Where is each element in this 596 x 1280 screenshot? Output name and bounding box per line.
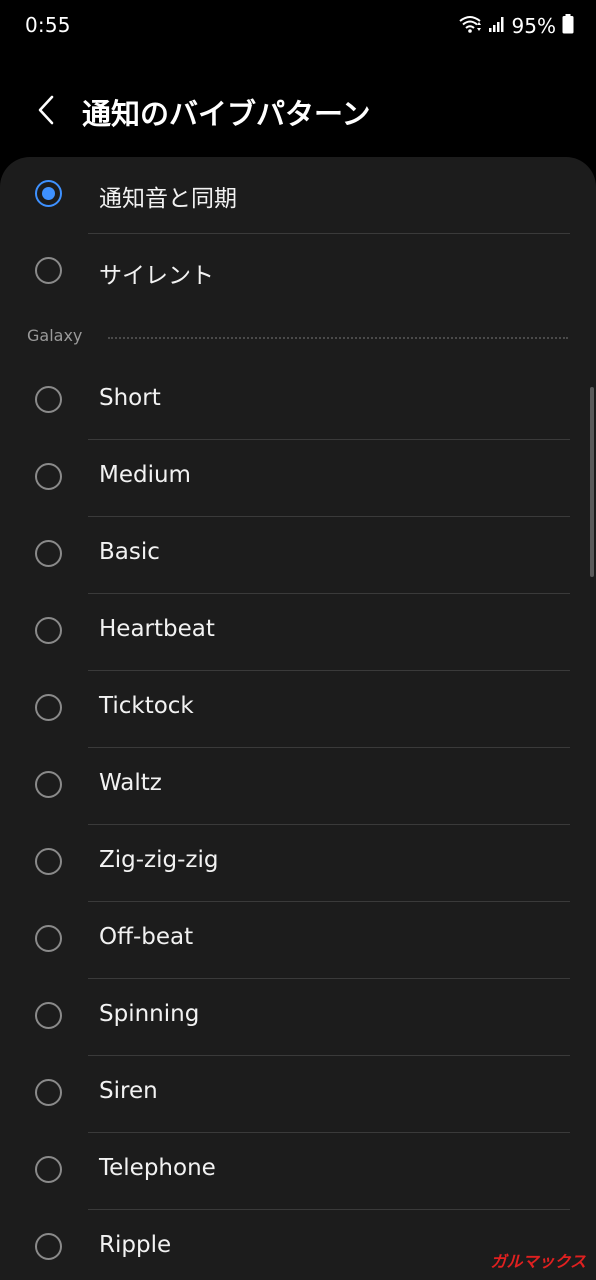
battery-percent: 95%: [511, 14, 556, 38]
option-label: 通知音と同期: [99, 186, 237, 212]
option-row[interactable]: Ticktock: [0, 671, 596, 748]
status-icons: 95%: [458, 12, 574, 40]
radio-button[interactable]: [35, 257, 62, 284]
option-row[interactable]: Short: [0, 363, 596, 440]
radio-button[interactable]: [35, 540, 62, 567]
radio-button[interactable]: [35, 771, 62, 798]
back-button[interactable]: [28, 92, 64, 128]
option-label: Ticktock: [99, 693, 194, 719]
radio-button[interactable]: [35, 848, 62, 875]
section-header-galaxy: Galaxy: [0, 311, 596, 363]
options-card: 通知音と同期 サイレント Galaxy Short Medium Basic Heart…: [0, 157, 596, 1280]
radio-button[interactable]: [35, 1233, 62, 1260]
radio-button[interactable]: [35, 1156, 62, 1183]
radio-button[interactable]: [35, 1002, 62, 1029]
option-row[interactable]: Off-beat: [0, 902, 596, 979]
option-row[interactable]: Medium: [0, 440, 596, 517]
status-bar: 0:55 95%: [0, 0, 596, 52]
option-row[interactable]: Siren: [0, 1056, 596, 1133]
radio-dot: [42, 187, 55, 200]
status-time: 0:55: [25, 13, 71, 37]
wifi-icon: [458, 14, 482, 38]
radio-button[interactable]: [35, 1079, 62, 1106]
option-label: Medium: [99, 462, 191, 488]
option-row[interactable]: 通知音と同期: [0, 157, 596, 234]
radio-button[interactable]: [35, 925, 62, 952]
option-label: Siren: [99, 1078, 158, 1104]
top-options-list: 通知音と同期 サイレント: [0, 157, 596, 311]
watermark-logo: ガルマックス: [490, 1252, 586, 1271]
option-row[interactable]: Waltz: [0, 748, 596, 825]
option-label: Telephone: [99, 1155, 216, 1181]
radio-button-selected[interactable]: [35, 180, 62, 207]
galaxy-options-list: Short Medium Basic Heartbeat Ticktock Waltz Zi…: [0, 363, 596, 1280]
option-label: Zig-zig-zig: [99, 847, 219, 873]
section-title: Galaxy: [27, 326, 83, 345]
option-label: Spinning: [99, 1001, 200, 1027]
option-row[interactable]: Zig-zig-zig: [0, 825, 596, 902]
signal-icon: [488, 15, 506, 37]
option-row[interactable]: Spinning: [0, 979, 596, 1056]
option-label: Off-beat: [99, 924, 194, 950]
screen: 0:55 95% 通知のバイブパターン 通知音と同期 サイレント Galaxy …: [0, 0, 596, 1280]
chevron-left-icon: [38, 95, 54, 125]
option-label: Ripple: [99, 1232, 172, 1258]
radio-button[interactable]: [35, 463, 62, 490]
option-label: Heartbeat: [99, 616, 215, 642]
battery-icon: [562, 14, 574, 38]
section-divider: [108, 337, 568, 339]
radio-button[interactable]: [35, 617, 62, 644]
option-row[interactable]: Heartbeat: [0, 594, 596, 671]
option-label: Waltz: [99, 770, 162, 796]
radio-button[interactable]: [35, 694, 62, 721]
page-title: 通知のバイブパターン: [82, 97, 371, 131]
app-header: 通知のバイブパターン: [0, 78, 596, 142]
radio-button[interactable]: [35, 386, 62, 413]
option-label: サイレント: [99, 263, 214, 289]
option-row[interactable]: Basic: [0, 517, 596, 594]
option-label: Short: [99, 385, 161, 411]
option-label: Basic: [99, 539, 160, 565]
option-row[interactable]: サイレント: [0, 234, 596, 311]
option-row[interactable]: Telephone: [0, 1133, 596, 1210]
